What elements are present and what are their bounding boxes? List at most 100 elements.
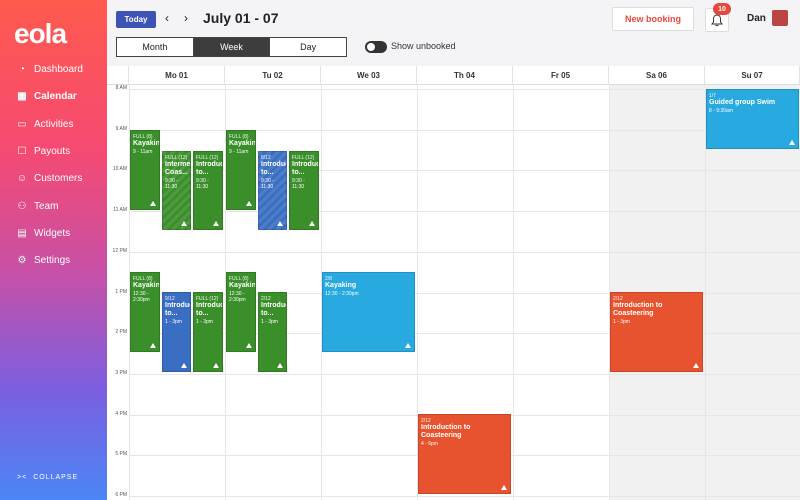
warning-icon [405,343,411,348]
warning-icon [150,343,156,348]
sidebar-item-activities[interactable]: ▭ Activities [0,111,107,138]
time-label: 8 AM [115,85,127,91]
event-time: 4 - 6pm [421,441,438,447]
event-time: 1 - 3pm [613,319,630,325]
event-block[interactable]: 9/12Introduction to... 1 - 3pm [162,292,191,372]
event-time: 9:30 - 11:30 [196,178,209,190]
event-block[interactable]: FULL (12)Introduction to... 9:30 - 11:30 [289,151,319,230]
warning-icon [789,140,795,145]
day-header[interactable]: Fr 05 [513,66,609,85]
day-header[interactable]: Tu 02 [225,66,321,85]
event-capacity: FULL (12) [196,296,219,302]
event-block[interactable]: FULL (8)Kayaking 9 - 11am [130,130,160,210]
notification-badge: 10 [713,3,731,15]
sidebar-item-team[interactable]: ⚇ Team [0,192,107,219]
settings-icon: ⚙ [17,255,27,267]
event-time: 9:30 - 11:30 [292,178,305,190]
sidebar-nav: ◔ Dashboard ▦ Calendar ▭ Activities ☐ Pa… [0,56,107,274]
time-label: 6 PM [115,492,127,498]
sidebar-item-calendar[interactable]: ▦ Calendar [0,83,107,110]
time-gutter-header [107,66,129,85]
event-capacity: 8/12 [261,155,271,161]
event-title: Introduction to Coasteering [421,424,471,439]
view-week-button[interactable]: Week [193,38,271,56]
event-time: 1 - 3pm [165,319,182,325]
new-booking-button[interactable]: New booking [612,7,694,31]
event-title: Kayaking [229,140,256,147]
warning-icon [501,485,507,490]
day-header[interactable]: Th 04 [417,66,513,85]
logo[interactable]: eola [14,18,67,50]
warning-icon [277,363,283,368]
event-title: Kayaking [325,282,357,289]
time-label: 10 AM [112,166,127,173]
event-capacity: 9/12 [165,296,175,302]
event-block[interactable]: 2/12 Introduction to Coasteering 4 - 6pm [418,414,511,494]
sidebar-item-payouts[interactable]: ☐ Payouts [0,138,107,165]
hour-line [129,89,800,90]
collapse-button[interactable]: >< COLLAPSE [17,474,78,481]
event-capacity: 2/8 [325,276,332,282]
calendar-grid: Mo 01 Tu 02 We 03 Th 04 Fr 05 Sa 06 Su 07 8 AM 9… [107,66,800,500]
event-block[interactable]: 2/12Introduction to... 1 - 3pm [258,292,287,372]
calendar-icon: ▦ [17,91,27,103]
event-time: 12:30 - 2:30pm [325,291,359,297]
sidebar-item-settings[interactable]: ⚙ Settings [0,247,107,274]
event-title: Introduction to... [165,302,190,317]
event-capacity: FULL (12) [196,155,219,161]
show-unbooked-toggle[interactable] [365,41,387,53]
event-block[interactable]: FULL (8)Kayaking 12:30 - 2:30pm [226,272,256,352]
event-capacity: FULL (8) [229,134,249,140]
day-header[interactable]: We 03 [321,66,417,85]
event-block[interactable]: 1/7 Guided group Swim 8 - 9:30am [706,89,799,149]
event-capacity: FULL (8) [133,276,153,282]
hour-line [129,496,800,497]
view-month-button[interactable]: Month [117,38,194,56]
activities-icon: ▭ [17,118,27,130]
event-time: 9:30 - 11:30 [165,178,178,190]
event-capacity: FULL (8) [229,276,249,282]
sidebar-item-customers[interactable]: ☺ Customers [0,165,107,192]
day-header[interactable]: Sa 06 [609,66,705,85]
event-title: Kayaking [133,282,160,289]
event-capacity: FULL (12) [165,155,188,161]
event-time: 8 - 9:30am [709,108,733,114]
event-time: 9 - 11am [229,149,249,155]
event-time: 12:30 - 2:30pm [229,291,246,303]
top-bar: Today ‹ › July 01 - 07 Month Week Day Sh… [107,0,800,66]
sidebar-item-dashboard[interactable]: ◔ Dashboard [0,56,107,83]
event-title: Introduction to... [196,302,222,317]
user-name[interactable]: Dan [747,13,766,24]
view-day-button[interactable]: Day [270,38,346,56]
today-button[interactable]: Today [116,11,156,28]
event-block[interactable]: FULL (8)Kayaking 12:30 - 2:30pm [130,272,160,352]
event-block[interactable]: FULL (12)Intermediate Coas... 9:30 - 11:3… [162,151,191,230]
time-label: 9 AM [115,125,127,132]
warning-icon [213,363,219,368]
event-title: Intermediate Coas... [165,161,191,176]
day-header[interactable]: Mo 01 [129,66,225,85]
event-capacity: 2/12 [613,296,623,302]
sidebar-item-label: Settings [34,255,71,267]
sidebar-item-label: Payouts [34,146,71,158]
sidebar-item-widgets[interactable]: ▤ Widgets [0,220,107,247]
payouts-icon: ☐ [17,146,27,158]
event-block[interactable]: FULL (12)Introduction to... 9:30 - 11:30 [193,151,223,230]
event-title: Introduction to... [292,161,318,176]
sidebar-item-label: Calendar [34,91,77,103]
next-week-button[interactable]: › [184,11,188,25]
event-block[interactable]: 2/8 Kayaking 12:30 - 2:30pm [322,272,415,352]
prev-week-button[interactable]: ‹ [165,11,169,25]
event-block[interactable]: 8/12Introduction to... 9:30 - 11:30 [258,151,287,230]
event-time: 9:30 - 11:30 [261,178,274,190]
team-icon: ⚇ [17,200,27,212]
day-header[interactable]: Su 07 [705,66,800,85]
warning-icon [277,221,283,226]
avatar[interactable] [772,10,788,26]
event-time: 9 - 11am [133,149,153,155]
event-block[interactable]: FULL (12)Introduction to... 1 - 3pm [193,292,223,372]
event-block[interactable]: 2/12 Introduction to Coasteering 1 - 3pm [610,292,703,372]
sidebar: eola ◔ Dashboard ▦ Calendar ▭ Activities… [0,0,107,500]
warning-icon [181,221,187,226]
event-block[interactable]: FULL (8)Kayaking 9 - 11am [226,130,256,210]
